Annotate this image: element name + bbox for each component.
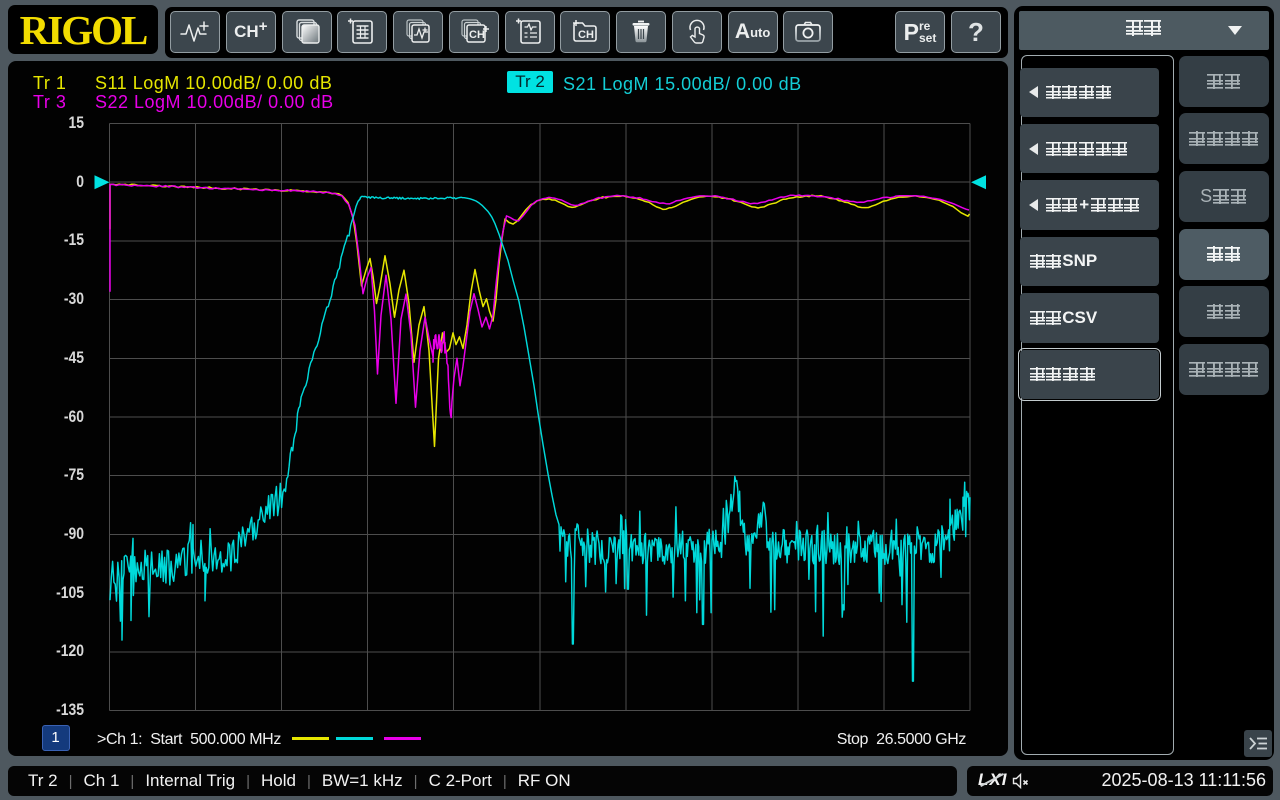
svg-text:CH: CH — [578, 29, 594, 41]
svg-text:CH: CH — [469, 29, 485, 41]
